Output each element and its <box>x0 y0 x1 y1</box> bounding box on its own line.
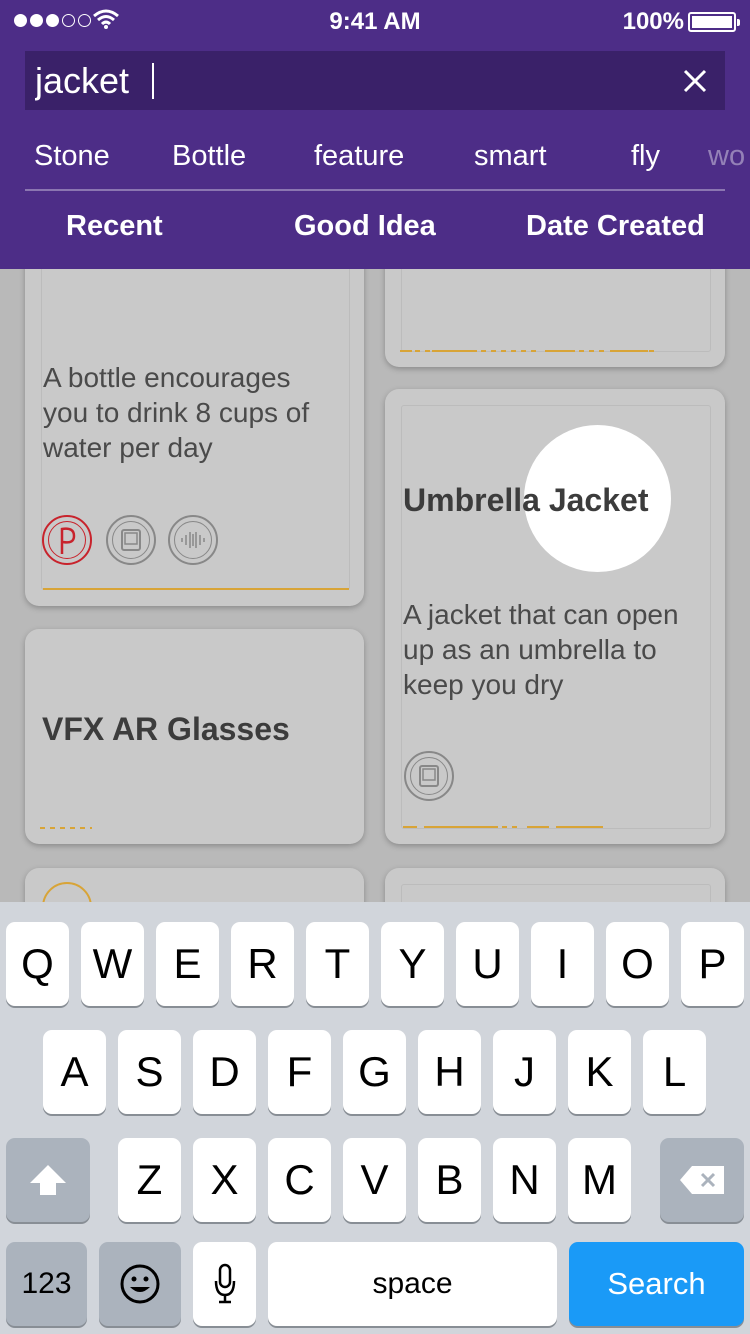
key-e[interactable]: E <box>156 922 219 1006</box>
pinterest-icon <box>42 515 92 565</box>
battery-icon <box>688 12 740 32</box>
key-y[interactable]: Y <box>381 922 444 1006</box>
key-h[interactable]: H <box>418 1030 481 1114</box>
header: 9:41 AM 100% Stone Bottle feature smart … <box>0 0 750 269</box>
card-description: A jacket that can open up as an umbrella… <box>403 599 679 700</box>
key-u[interactable]: U <box>456 922 519 1006</box>
card-title: Umbrella Jacket <box>403 482 649 518</box>
space-key[interactable]: space <box>268 1242 557 1326</box>
idea-card-vfx-ar-glasses[interactable]: VFX AR Glasses <box>25 629 364 844</box>
key-f[interactable]: F <box>268 1030 331 1114</box>
key-t[interactable]: T <box>306 922 369 1006</box>
tags-divider <box>25 189 725 191</box>
on-screen-keyboard: Q W E R T Y U I O P A S D F G H J K L Z … <box>0 902 750 1334</box>
emoji-key[interactable] <box>99 1242 181 1326</box>
search-input[interactable] <box>35 51 635 110</box>
search-key[interactable]: Search <box>569 1242 744 1326</box>
key-c[interactable]: C <box>268 1138 331 1222</box>
key-n[interactable]: N <box>493 1138 556 1222</box>
tag-bottle[interactable]: Bottle <box>172 140 246 173</box>
key-l[interactable]: L <box>643 1030 706 1114</box>
tablet-icon <box>106 515 156 565</box>
card-progress-line <box>40 827 92 829</box>
key-a[interactable]: A <box>43 1030 106 1114</box>
backspace-icon <box>680 1166 724 1194</box>
key-x[interactable]: X <box>193 1138 256 1222</box>
card-description: A bottle encourages you to drink 8 cups … <box>43 362 310 463</box>
tag-fly[interactable]: fly <box>631 140 660 173</box>
idea-card-bottle[interactable]: A bottle encourages you to drink 8 cups … <box>25 240 364 606</box>
sort-recent[interactable]: Recent <box>66 210 163 243</box>
sort-date-created[interactable]: Date Created <box>526 210 705 243</box>
sound-wave-icon <box>168 515 218 565</box>
key-z[interactable]: Z <box>118 1138 181 1222</box>
tag-feature[interactable]: feature <box>314 140 404 173</box>
search-bar[interactable] <box>25 51 725 110</box>
sort-good-idea[interactable]: Good Idea <box>294 210 436 243</box>
key-j[interactable]: J <box>493 1030 556 1114</box>
key-s[interactable]: S <box>118 1030 181 1114</box>
microphone-key[interactable] <box>193 1242 256 1326</box>
key-r[interactable]: R <box>231 922 294 1006</box>
shift-arrow-icon <box>30 1165 66 1195</box>
card-progress-line <box>43 588 349 590</box>
tag-smart[interactable]: smart <box>474 140 547 173</box>
key-i[interactable]: I <box>531 922 594 1006</box>
key-g[interactable]: G <box>343 1030 406 1114</box>
key-o[interactable]: O <box>606 922 669 1006</box>
backspace-key[interactable] <box>660 1138 744 1222</box>
key-q[interactable]: Q <box>6 922 69 1006</box>
microphone-icon <box>214 1263 235 1304</box>
status-bar: 9:41 AM 100% <box>0 0 750 44</box>
tag-stone[interactable]: Stone <box>34 140 110 173</box>
tag-overflow[interactable]: wo <box>708 140 745 173</box>
shift-key[interactable] <box>6 1138 90 1222</box>
card-title: VFX AR Glasses <box>42 711 290 747</box>
numbers-key[interactable]: 123 <box>6 1242 87 1326</box>
text-cursor <box>152 63 154 99</box>
tablet-icon <box>404 751 454 801</box>
key-d[interactable]: D <box>193 1030 256 1114</box>
key-k[interactable]: K <box>568 1030 631 1114</box>
clear-search-icon[interactable] <box>679 65 711 97</box>
key-m[interactable]: M <box>568 1138 631 1222</box>
key-v[interactable]: V <box>343 1138 406 1222</box>
key-p[interactable]: P <box>681 922 744 1006</box>
tag-filter-bar: Stone Bottle feature smart fly wo <box>0 130 750 186</box>
key-w[interactable]: W <box>81 922 144 1006</box>
battery-percentage: 100% <box>622 8 684 35</box>
key-b[interactable]: B <box>418 1138 481 1222</box>
emoji-icon <box>120 1264 160 1304</box>
